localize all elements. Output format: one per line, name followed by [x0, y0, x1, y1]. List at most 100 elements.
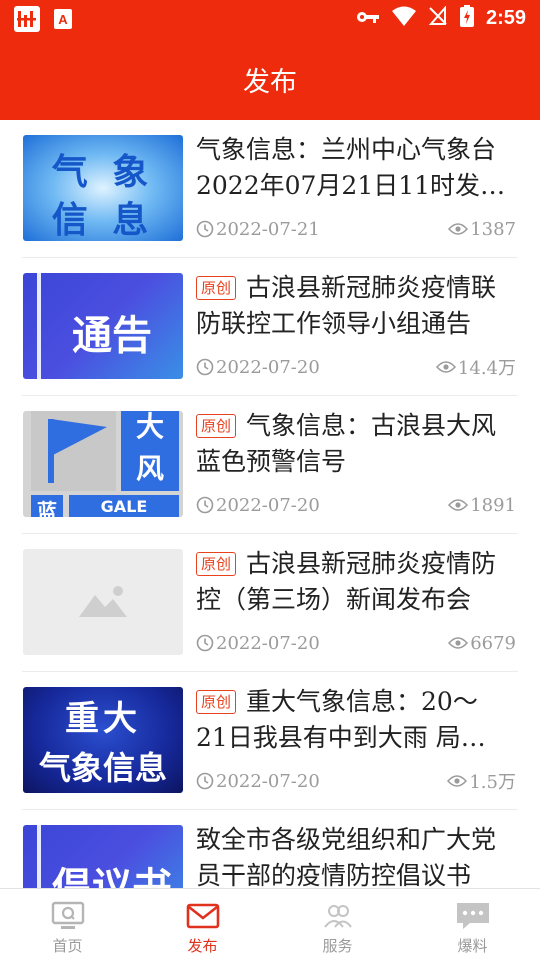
battery-icon [459, 5, 474, 31]
news-item[interactable]: 气 象 信 息 气象信息：兰州中心气象台2022年07月21日11时发布的天气预… [0, 120, 540, 258]
news-views: 1387 [448, 219, 516, 240]
svg-text:A: A [58, 12, 68, 27]
clock-icon [196, 220, 214, 238]
eye-icon [448, 499, 469, 511]
status-time: 2:59 [485, 6, 526, 29]
thumb-caption: 气 象 [51, 152, 155, 193]
news-meta: 2022-07-20 1.5万 [196, 769, 516, 793]
news-title-text: 气象信息：古浪县大风蓝色预警信号 [196, 411, 497, 476]
nav-label: 首页 [52, 937, 83, 955]
thumb-panel [31, 411, 116, 491]
vpn-key-icon [356, 9, 380, 28]
page-title: 发布 [243, 67, 297, 98]
thumb-panel: 蓝 [31, 495, 63, 517]
thumb-caption: 信 息 [51, 200, 155, 241]
news-views: 1891 [448, 495, 516, 516]
thumb-caption: 蓝 [37, 499, 57, 517]
news-meta: 2022-07-20 14.4万 [196, 355, 516, 379]
nav-item-home[interactable]: 首页 [0, 889, 135, 960]
thumb-caption: 风 [135, 452, 164, 485]
thumb-caption: 倡议书 [52, 865, 172, 888]
clock-icon [196, 634, 214, 652]
news-title-text: 气象信息：兰州中心气象台2022年07月21日11时发布的天气预报 [196, 135, 506, 208]
thumb-caption: 大 [135, 411, 164, 443]
news-title[interactable]: 原创重大气象信息：20～21日我县有中到大雨 局地暴雨 [196, 684, 508, 760]
original-badge: 原创 [196, 414, 237, 438]
news-views-text: 1.5万 [469, 772, 516, 793]
news-views: 6679 [448, 633, 516, 654]
news-date-text: 2022-07-20 [216, 632, 320, 654]
eye-icon [448, 637, 469, 649]
news-date-text: 2022-07-21 [216, 218, 320, 240]
mail-icon [186, 903, 219, 929]
home-icon [51, 901, 84, 929]
thumb-caption: 通告 [72, 313, 152, 359]
news-views-text: 1387 [470, 218, 516, 240]
nav-item-service[interactable]: 服务 [270, 889, 405, 960]
thumb-caption: GALE [100, 497, 148, 516]
news-date: 2022-07-20 [196, 771, 320, 792]
original-badge: 原创 [196, 276, 237, 300]
news-views: 1.5万 [447, 768, 516, 794]
news-date-text: 2022-07-20 [216, 356, 320, 378]
news-views-text: 1891 [470, 494, 516, 516]
original-badge: 原创 [196, 690, 237, 714]
news-title-text: 古浪县新冠肺炎疫情联防联控工作领导小组通告 [196, 273, 497, 338]
news-date: 2022-07-21 [196, 219, 320, 240]
news-meta: 2022-07-21 1387 [196, 217, 516, 241]
news-title[interactable]: 气象信息：兰州中心气象台2022年07月21日11时发布的天气预报 [196, 132, 508, 208]
news-list: 气 象 信 息 气象信息：兰州中心气象台2022年07月21日11时发布的天气预… [0, 120, 540, 888]
keyboard-notification-icon: A [54, 9, 72, 33]
status-bar: A 2:59 [0, 0, 540, 38]
news-thumbnail: 重大 气象信息 [23, 687, 183, 793]
news-item[interactable]: 重大 气象信息 原创重大气象信息：20～21日我县有中到大雨 局地暴雨 2022… [0, 672, 540, 810]
news-thumbnail: 倡议书 [23, 825, 183, 888]
thumb-panel: GALE [69, 495, 179, 517]
news-date: 2022-07-20 [196, 633, 320, 654]
thumb-caption: 重大 [65, 699, 141, 739]
news-item[interactable]: 原创 古浪县新冠肺炎疫情防控（第三场）新闻发布会 2022-07-20 6679 [0, 534, 540, 672]
news-item[interactable]: 通告 原创 古浪县新冠肺炎疫情联防联控工作领导小组通告 2022-07-20 14… [0, 258, 540, 396]
news-views-text: 6679 [470, 632, 516, 654]
thumb-caption: 气象信息 [38, 749, 167, 787]
chat-icon [456, 903, 489, 929]
people-icon [323, 905, 352, 928]
thumb-panel: 大 风 [121, 411, 179, 491]
news-date-text: 2022-07-20 [216, 770, 320, 792]
eye-icon [435, 361, 456, 373]
news-meta: 2022-07-20 6679 [196, 631, 516, 655]
wind-flag-icon [48, 419, 107, 483]
wifi-icon [391, 6, 416, 30]
eye-icon [448, 223, 469, 235]
clock-icon [196, 772, 214, 790]
no-signal-icon [428, 5, 448, 30]
news-item[interactable]: 大 风 蓝 GALE 原创 气象信息：古浪县大风蓝色预警信号 2022-07-20… [0, 396, 540, 534]
nav-item-tipoff[interactable]: 爆料 [405, 889, 540, 960]
news-title-text: 致全市各级党组织和广大党员干部的疫情防控倡议书 [196, 825, 497, 888]
bottom-nav: 首页 发布 服务 爆料 [0, 888, 540, 960]
news-title[interactable]: 原创 气象信息：古浪县大风蓝色预警信号 [196, 408, 508, 484]
news-title[interactable]: 致全市各级党组织和广大党员干部的疫情防控倡议书 [196, 822, 508, 888]
news-title[interactable]: 原创 古浪县新冠肺炎疫情防控（第三场）新闻发布会 [196, 546, 508, 622]
news-thumbnail: 通告 [23, 273, 183, 379]
nav-label: 发布 [187, 937, 218, 955]
news-thumbnail: 大 风 蓝 GALE [23, 411, 183, 517]
news-title[interactable]: 原创 古浪县新冠肺炎疫情联防联控工作领导小组通告 [196, 270, 508, 346]
news-views: 14.4万 [435, 354, 516, 380]
app-notification-icon [14, 6, 40, 36]
news-date: 2022-07-20 [196, 357, 320, 378]
nav-label: 爆料 [457, 937, 488, 955]
news-thumbnail: 气 象 信 息 [23, 135, 183, 241]
nav-label: 服务 [322, 937, 353, 955]
news-thumbnail [23, 549, 183, 655]
image-placeholder-icon [79, 586, 127, 617]
app-header: A 2:59 发布 [0, 0, 540, 120]
news-title-text: 重大气象信息：20～21日我县有中到大雨 局地暴雨 [196, 687, 486, 760]
clock-icon [196, 496, 214, 514]
news-views-text: 14.4万 [457, 358, 516, 379]
original-badge: 原创 [196, 552, 237, 576]
clock-icon [196, 358, 214, 376]
news-item[interactable]: 倡议书 致全市各级党组织和广大党员干部的疫情防控倡议书 [0, 810, 540, 888]
nav-item-publish[interactable]: 发布 [135, 889, 270, 960]
news-date-text: 2022-07-20 [216, 494, 320, 516]
